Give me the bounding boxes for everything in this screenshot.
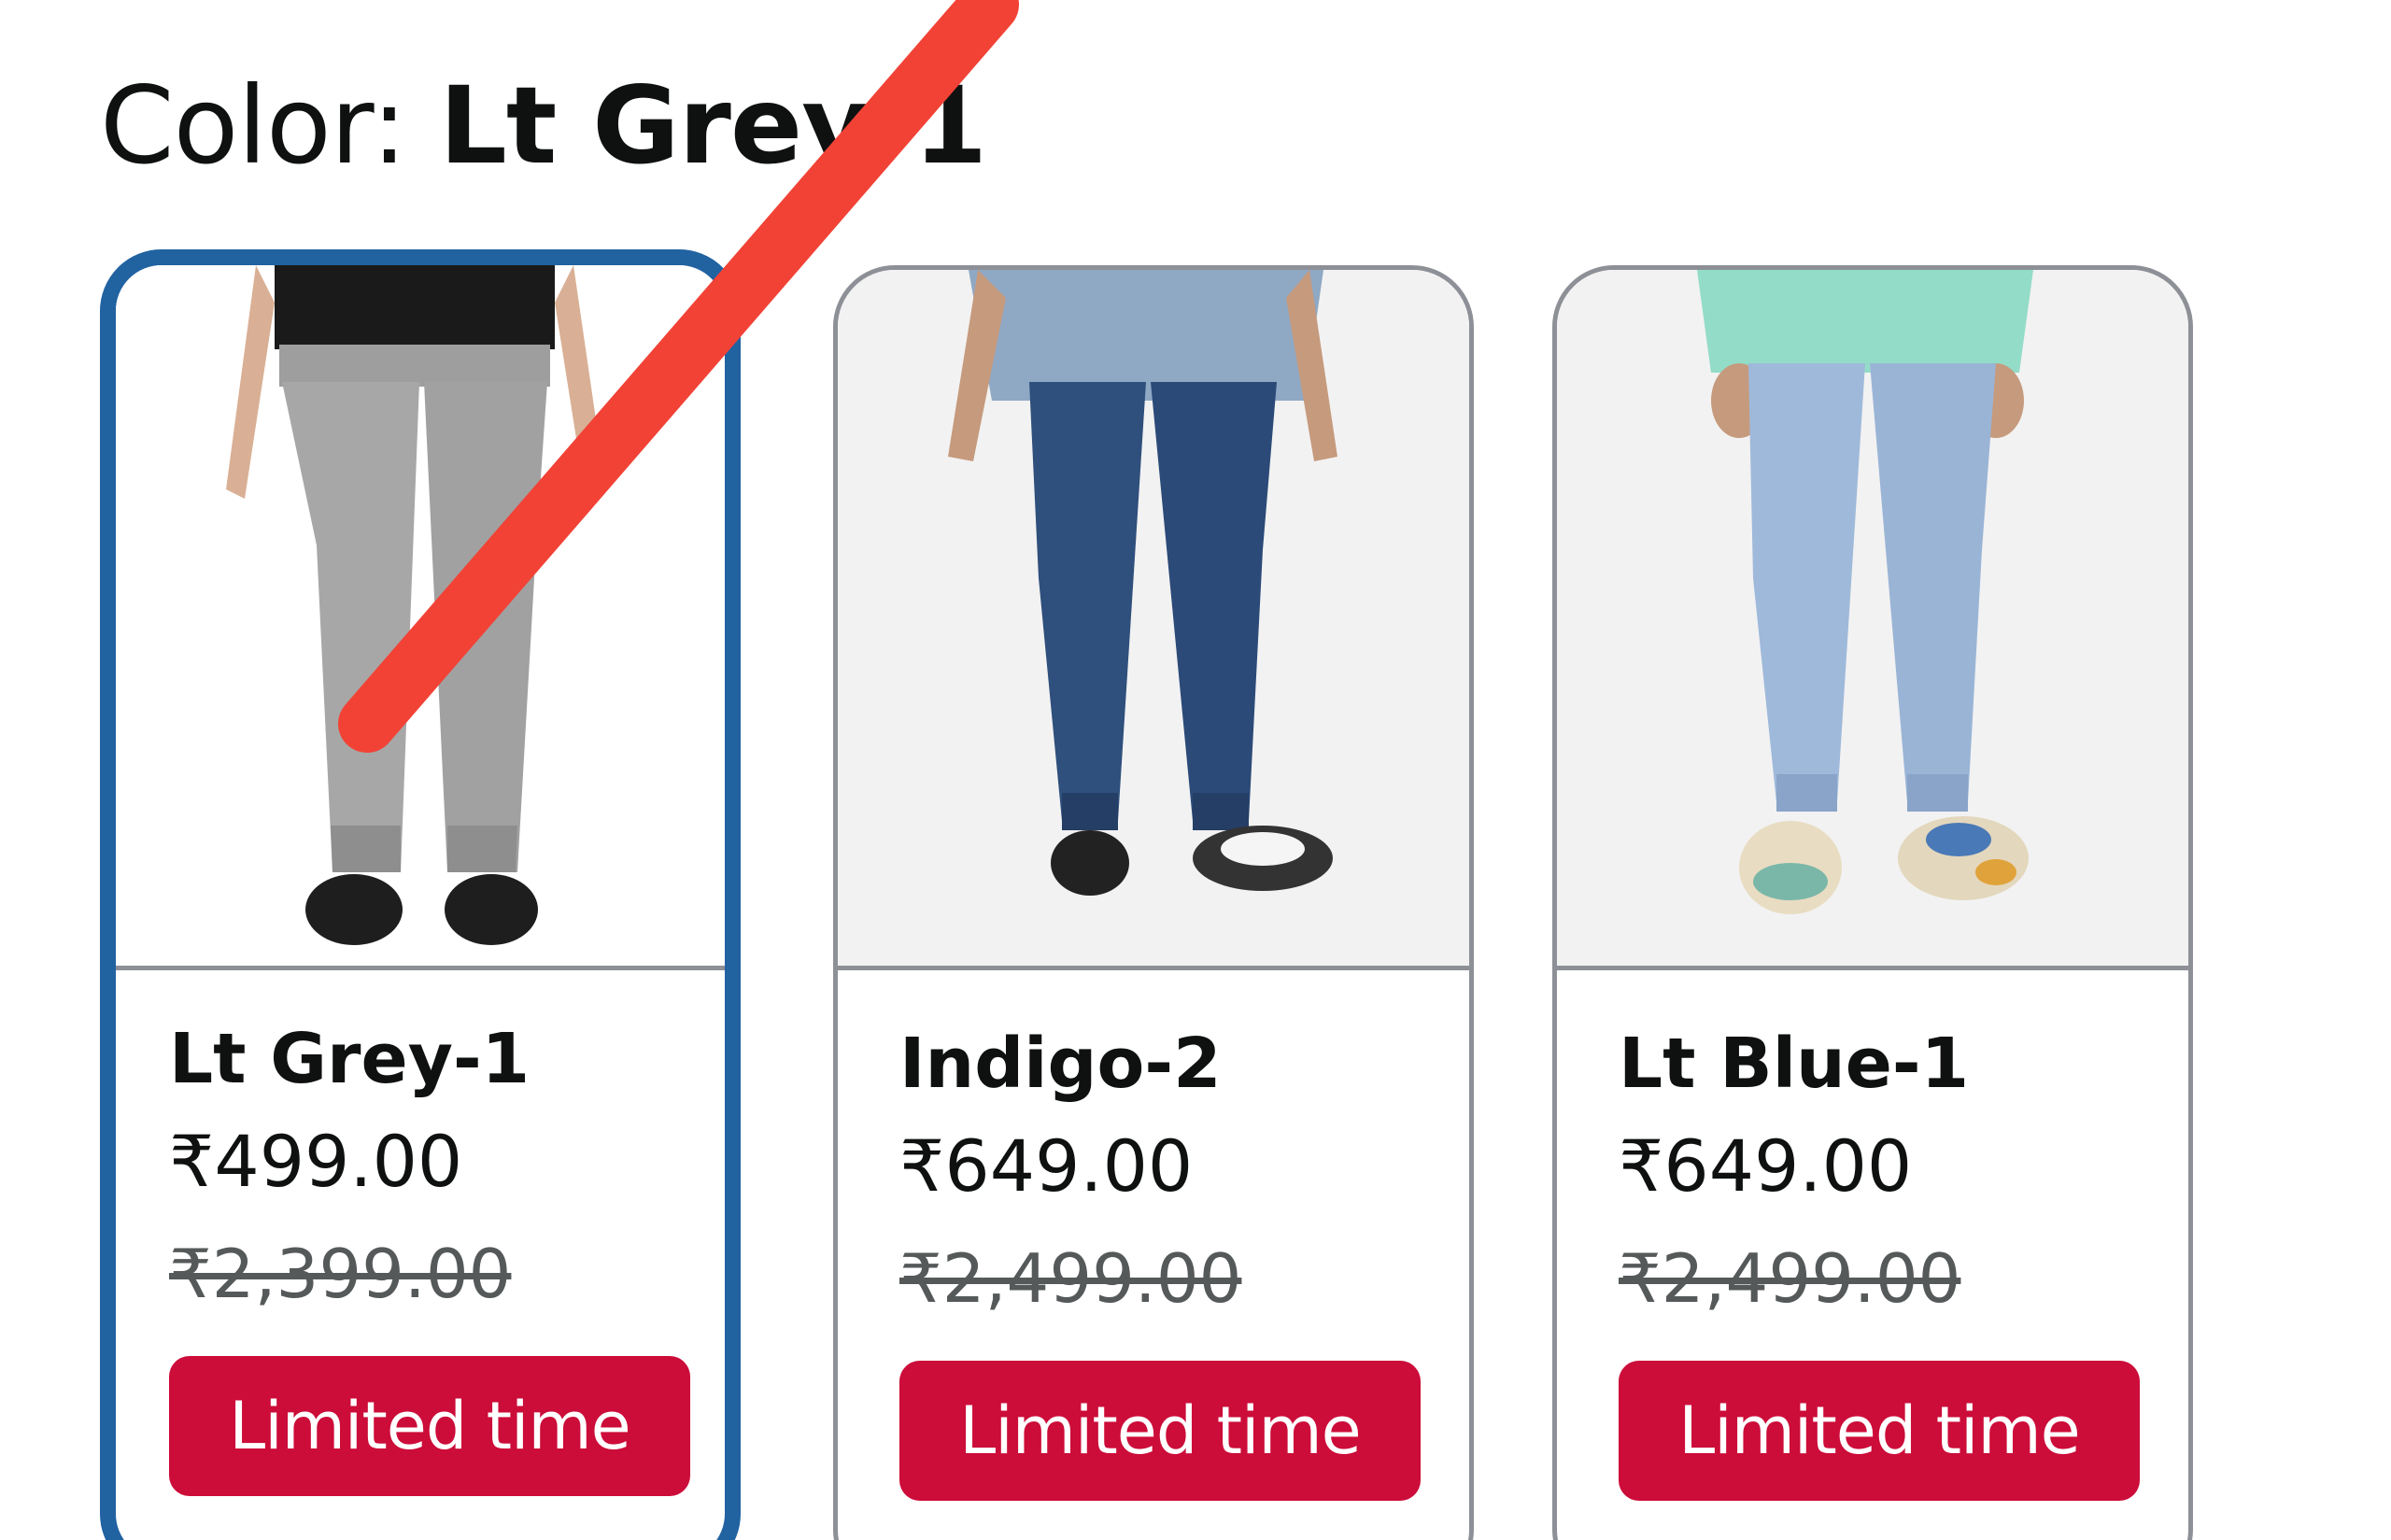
selected-color-value: Lt Grey-1 <box>439 64 987 188</box>
variant-card-lt-blue-1[interactable]: Lt Blue-1 ₹649.00 ₹2,499.00 Limited time <box>1552 265 2193 1540</box>
variant-card-lt-grey-1[interactable]: Lt Grey-1 ₹499.00 ₹2,399.00 Limited time <box>100 249 741 1540</box>
variant-list-price: ₹2,499.00 <box>1619 1239 1961 1318</box>
variant-card-indigo-2[interactable]: Indigo-2 ₹649.00 ₹2,499.00 Limited time <box>833 265 1474 1540</box>
variant-image-lt-blue-1 <box>1557 270 2188 970</box>
grey-jeans-image <box>116 265 725 966</box>
variation-selector-screen: Color: Lt Grey-1 Lt Grey-1 ₹499.00 ₹2,39… <box>0 0 2391 1540</box>
variant-name: Lt Grey-1 <box>169 1019 531 1099</box>
variant-price: ₹649.00 <box>1619 1124 1913 1208</box>
variant-name: Lt Blue-1 <box>1619 1024 1970 1104</box>
limited-time-deal-badge: Limited time <box>899 1361 1421 1501</box>
variant-list-price: ₹2,399.00 <box>169 1235 512 1313</box>
variant-list-price: ₹2,499.00 <box>899 1239 1242 1318</box>
variant-name: Indigo-2 <box>899 1024 1222 1104</box>
variant-price: ₹499.00 <box>169 1120 463 1203</box>
variant-image-lt-grey-1 <box>116 265 725 970</box>
light-blue-jeans-image <box>1557 270 2188 966</box>
color-label: Color: <box>100 64 440 188</box>
variant-details-indigo-2: Indigo-2 ₹649.00 ₹2,499.00 Limited time <box>838 970 1469 1501</box>
indigo-jeans-image <box>838 270 1469 966</box>
limited-time-deal-badge: Limited time <box>169 1356 690 1496</box>
variant-price: ₹649.00 <box>899 1124 1194 1208</box>
limited-time-deal-badge: Limited time <box>1619 1361 2140 1501</box>
variant-details-lt-grey-1: Lt Grey-1 ₹499.00 ₹2,399.00 Limited time <box>116 970 725 1496</box>
color-heading: Color: Lt Grey-1 <box>100 56 987 196</box>
variant-details-lt-blue-1: Lt Blue-1 ₹649.00 ₹2,499.00 Limited time <box>1557 970 2188 1501</box>
variant-image-indigo-2 <box>838 270 1469 970</box>
